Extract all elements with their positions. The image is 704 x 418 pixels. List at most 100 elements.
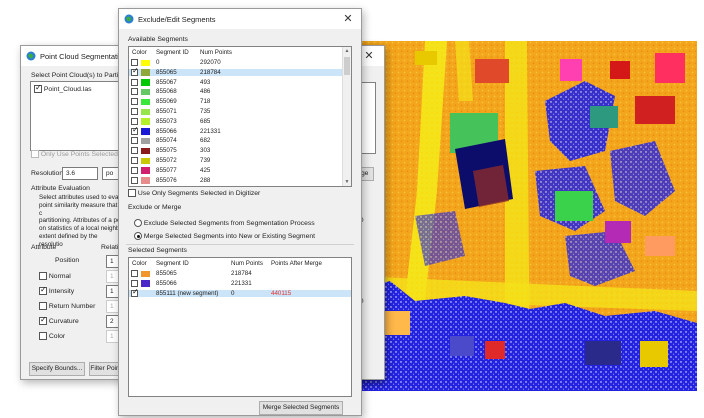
scroll-thumb[interactable] xyxy=(344,57,350,75)
segment-row[interactable]: 855068 486 xyxy=(129,88,343,96)
segment-id: 855074 xyxy=(156,137,177,145)
filter-points-button[interactable]: Filter Poin xyxy=(89,362,121,376)
selected-segment-row[interactable]: 855065 218784 xyxy=(129,270,351,278)
attribute-row[interactable]: Position xyxy=(55,257,79,264)
attribute-row[interactable]: Curvature xyxy=(39,315,79,325)
segment-row[interactable]: 0 292070 xyxy=(129,59,343,67)
use-only-selected-checkbox[interactable] xyxy=(128,189,136,197)
segment-id: 855071 xyxy=(156,108,177,115)
segment-row[interactable]: 855074 682 xyxy=(129,137,343,145)
divider xyxy=(126,244,354,245)
segment-checkbox[interactable] xyxy=(131,157,138,164)
exclude-edit-titlebar[interactable]: Exclude/Edit Segments xyxy=(119,9,361,29)
segment-color-swatch xyxy=(141,167,150,174)
segment-row[interactable]: 855076 288 xyxy=(129,176,343,185)
segment-checkbox[interactable] xyxy=(131,108,138,115)
resolution-input[interactable]: 3.6 xyxy=(62,167,98,180)
segment-checkbox[interactable] xyxy=(131,166,138,174)
attribute-checkbox[interactable] xyxy=(39,302,47,310)
segment-num-points: 303 xyxy=(200,147,211,155)
attribute-checkbox[interactable] xyxy=(39,285,47,295)
segment-row[interactable]: 855066 221331 xyxy=(129,126,343,136)
segment-color-swatch xyxy=(141,137,150,145)
selected-segment-checkbox[interactable] xyxy=(131,270,138,277)
selected-segments-label: Selected Segments xyxy=(128,247,187,254)
merge-selected-segments-button[interactable]: Merge Selected Segments xyxy=(259,401,343,415)
selected-segment-checkbox[interactable] xyxy=(131,288,139,297)
segment-checkbox[interactable] xyxy=(131,78,138,86)
segment-checkbox[interactable] xyxy=(131,59,138,66)
available-segments-table[interactable]: Color Segment ID Num Points 029207085506… xyxy=(128,46,352,187)
segment-row[interactable]: 855075 303 xyxy=(129,147,343,155)
segment-checkbox[interactable] xyxy=(131,137,138,145)
available-scrollbar[interactable]: ▲ ▼ xyxy=(342,47,351,186)
only-use-selected-checkbox[interactable] xyxy=(31,150,39,158)
exclude-edit-segments-dialog: Exclude/Edit Segments ✕ Available Segmen… xyxy=(118,8,362,416)
attribute-evaluation-text: Select attributes used to eval point sim… xyxy=(39,194,121,249)
segment-checkbox[interactable] xyxy=(131,126,139,135)
attribute-row[interactable]: Normal xyxy=(39,272,71,280)
segment-color-swatch xyxy=(141,98,150,106)
attribute-row[interactable]: Intensity xyxy=(39,285,75,295)
only-use-selected-checkbox-row[interactable]: Only Use Points Selected in D xyxy=(31,150,132,158)
selected-segment-num-points: 218784 xyxy=(231,270,252,277)
segment-checkbox[interactable] xyxy=(131,98,138,106)
close-icon[interactable]: ✕ xyxy=(362,49,376,63)
radio-exclude[interactable] xyxy=(134,219,142,227)
selected-segment-row[interactable]: 855066 221331 xyxy=(129,279,351,288)
close-icon[interactable]: ✕ xyxy=(341,12,355,26)
attribute-name: Intensity xyxy=(48,287,75,295)
selected-segment-id: 855111 (new segment) xyxy=(156,289,219,297)
segment-row[interactable]: 855077 425 xyxy=(129,166,343,175)
radio-merge[interactable] xyxy=(134,232,142,240)
attribute-checkbox[interactable] xyxy=(39,332,47,340)
segment-id: 855069 xyxy=(156,98,177,106)
segment-checkbox[interactable] xyxy=(131,176,138,184)
segment-color-swatch xyxy=(141,79,150,86)
segment-checkbox[interactable] xyxy=(131,147,138,155)
col-segment-id-header: Segment ID xyxy=(156,49,189,56)
segment-row[interactable]: 855073 685 xyxy=(129,117,343,126)
use-only-selected-row[interactable]: Use Only Segments Selected in Digitizer xyxy=(128,189,260,197)
segment-num-points: 735 xyxy=(200,108,211,115)
segment-checkbox[interactable] xyxy=(131,117,138,125)
segment-num-points: 493 xyxy=(200,78,211,86)
selected-segment-id: 855065 xyxy=(156,270,177,277)
selected-segments-table[interactable]: Color Segment ID Num Points Points After… xyxy=(128,257,352,397)
segment-color-swatch xyxy=(141,270,150,277)
selected-segment-row[interactable]: 855111 (new segment) 0 440115 xyxy=(129,288,351,298)
attribute-row[interactable]: Color xyxy=(39,332,65,340)
segment-row[interactable]: 855065 218784 xyxy=(129,67,343,77)
segment-id: 855077 xyxy=(156,166,177,174)
app-globe-icon xyxy=(26,51,36,61)
segment-row[interactable]: 855071 735 xyxy=(129,108,343,116)
segment-row[interactable]: 855069 718 xyxy=(129,98,343,106)
segment-id: 855073 xyxy=(156,117,177,125)
scroll-down-icon[interactable]: ▼ xyxy=(343,178,351,186)
radio-merge-label: Merge Selected Segments into New or Exis… xyxy=(143,232,316,240)
radio-exclude-row[interactable]: Exclude Selected Segments from Segmentat… xyxy=(134,219,315,227)
point-cloud-item[interactable]: Point_Cloud.las xyxy=(34,83,92,93)
radio-merge-row[interactable]: Merge Selected Segments into New or Exis… xyxy=(134,232,315,240)
attribute-checkbox[interactable] xyxy=(39,272,47,280)
selected-segment-checkbox[interactable] xyxy=(131,279,138,287)
segment-id: 855065 xyxy=(156,68,177,76)
segment-num-points: 682 xyxy=(200,137,211,145)
selected-segment-num-points: 221331 xyxy=(231,279,252,287)
segment-checkbox[interactable] xyxy=(131,67,139,76)
segment-color-swatch xyxy=(141,118,150,125)
point-cloud-list[interactable]: Point_Cloud.las xyxy=(30,81,120,151)
point-cloud-checkbox[interactable] xyxy=(34,83,42,93)
segment-checkbox[interactable] xyxy=(131,88,138,96)
point-cloud-render xyxy=(355,41,697,391)
segment-row[interactable]: 855067 493 xyxy=(129,78,343,87)
attribute-row[interactable]: Return Number xyxy=(39,302,95,310)
scroll-up-icon[interactable]: ▲ xyxy=(343,47,351,55)
segment-color-swatch xyxy=(141,69,150,76)
point-cloud-view[interactable] xyxy=(355,41,697,391)
segment-num-points: 739 xyxy=(200,157,211,164)
attribute-checkbox[interactable] xyxy=(39,315,47,325)
attribute-name: Return Number xyxy=(48,302,96,310)
segment-row[interactable]: 855072 739 xyxy=(129,157,343,165)
specify-bounds-button[interactable]: Specify Bounds... xyxy=(29,362,85,376)
